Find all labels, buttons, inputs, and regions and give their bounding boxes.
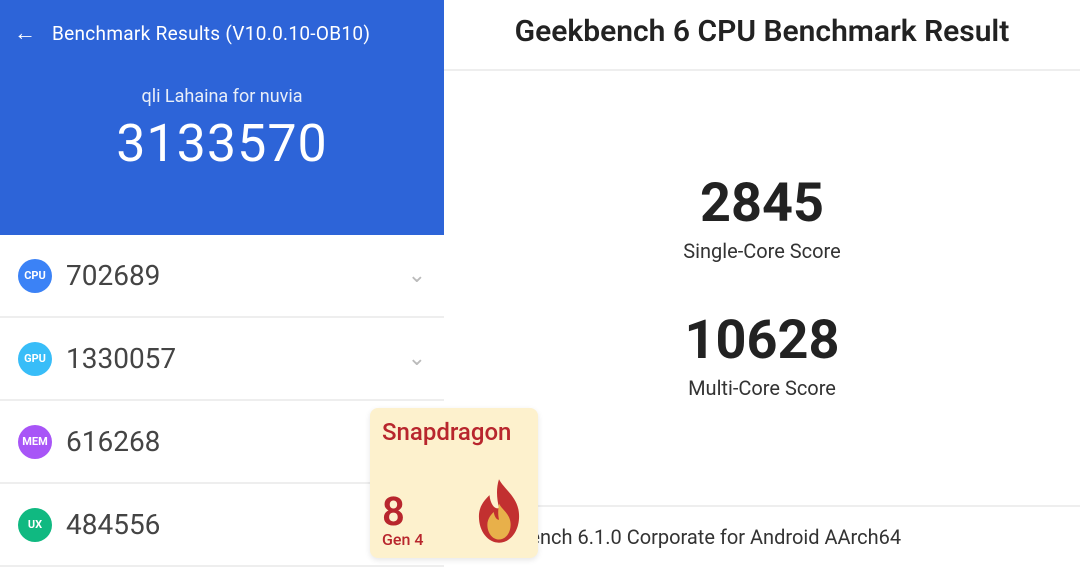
multi-core-score: 10628 (685, 313, 840, 370)
toolbar: ← Benchmark Results (V10.0.10-OB10) (0, 0, 444, 56)
multi-core-block: 10628 Multi-Core Score (685, 313, 840, 400)
snapdragon-model: 8 Gen 4 (382, 492, 423, 548)
geekbench-version: kbench 6.1.0 Corporate for Android AArch… (444, 507, 1080, 567)
toolbar-title: Benchmark Results (V10.0.10-OB10) (52, 22, 370, 45)
geekbench-title: Geekbench 6 CPU Benchmark Result (444, 0, 1080, 71)
mem-badge-icon: MEM (18, 425, 52, 459)
gpu-badge-icon: GPU (18, 342, 52, 376)
chevron-down-icon: ⌄ (408, 263, 426, 288)
single-core-score: 2845 (683, 176, 841, 233)
single-core-block: 2845 Single-Core Score (683, 176, 841, 263)
snapdragon-bottom: 8 Gen 4 (382, 474, 526, 548)
cpu-badge-icon: CPU (18, 259, 52, 293)
multi-core-label: Multi-Core Score (685, 376, 840, 400)
snapdragon-number: 8 (382, 492, 423, 532)
gpu-score: 1330057 (66, 342, 408, 375)
cpu-score: 702689 (66, 259, 408, 292)
score-row-cpu[interactable]: CPU 702689 ⌄ (0, 235, 444, 318)
snapdragon-badge: Snapdragon 8 Gen 4 (370, 408, 538, 558)
ux-badge-icon: UX (18, 508, 52, 542)
flame-icon (472, 474, 526, 548)
snapdragon-brand: Snapdragon (382, 418, 526, 446)
device-info: qli Lahaina for nuvia 3133570 (0, 56, 444, 174)
device-name: qli Lahaina for nuvia (0, 86, 444, 107)
chevron-down-icon: ⌄ (408, 346, 426, 371)
back-arrow-icon[interactable]: ← (14, 20, 36, 46)
geekbench-panel: Geekbench 6 CPU Benchmark Result 2845 Si… (444, 0, 1080, 567)
total-score: 3133570 (0, 113, 444, 174)
antutu-header: ← Benchmark Results (V10.0.10-OB10) qli … (0, 0, 444, 235)
snapdragon-gen: Gen 4 (382, 532, 423, 548)
geekbench-scores: 2845 Single-Core Score 10628 Multi-Core … (444, 71, 1080, 507)
score-row-gpu[interactable]: GPU 1330057 ⌄ (0, 318, 444, 401)
single-core-label: Single-Core Score (683, 239, 841, 263)
